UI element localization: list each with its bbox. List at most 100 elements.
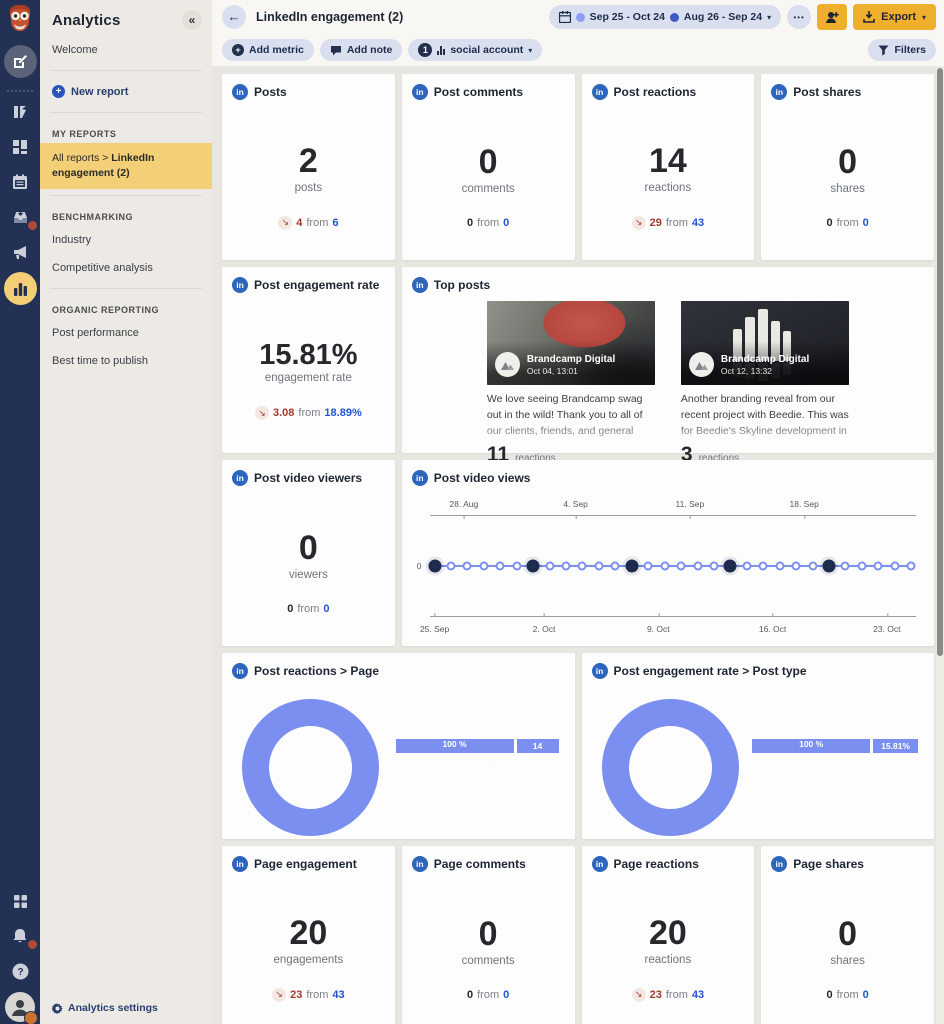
- profile-avatar[interactable]: [5, 992, 35, 1022]
- hootsuite-owl-logo[interactable]: [4, 3, 36, 35]
- mountain-icon: [695, 359, 708, 370]
- add-note-button[interactable]: Add note: [320, 39, 403, 61]
- data-point[interactable]: [594, 562, 603, 571]
- data-point[interactable]: [562, 562, 571, 571]
- data-point[interactable]: [709, 562, 718, 571]
- data-point[interactable]: [822, 560, 835, 573]
- nav-notifications[interactable]: [0, 921, 40, 951]
- nav-help[interactable]: ?: [0, 956, 40, 986]
- compare-range-label: Aug 26 - Sep 24: [684, 11, 762, 23]
- analytics-settings-button[interactable]: Analytics settings: [40, 992, 212, 1024]
- filters-button[interactable]: Filters: [868, 39, 936, 61]
- add-metric-button[interactable]: + Add metric: [222, 39, 314, 61]
- linkedin-icon: in: [232, 856, 248, 872]
- primary-x-axis: 25. Sep 2. Oct 9. Oct 16. Oct 23. Oct: [430, 616, 916, 640]
- data-point[interactable]: [512, 562, 521, 571]
- metric-delta: ↘ 23 from 43: [272, 988, 345, 1002]
- nav-apps[interactable]: [0, 886, 40, 916]
- data-point[interactable]: [742, 562, 751, 571]
- data-point[interactable]: [693, 562, 702, 571]
- back-button[interactable]: ←: [222, 5, 246, 29]
- chevron-down-icon: ▾: [922, 13, 926, 22]
- legend-entry[interactable]: 100 % Photo: [752, 739, 870, 753]
- metric-value: 20: [649, 916, 687, 952]
- post-text: We love seeing Brandcamp swag out in the…: [487, 392, 655, 439]
- chevron-down-icon: ▾: [528, 46, 532, 55]
- analytics-app: ? Analytics « Welcome + New report MY RE…: [0, 0, 944, 1024]
- card-post-engagement-rate: inPost engagement rate 15.81% engagement…: [222, 267, 395, 453]
- axis-tick: 11. Sep: [676, 499, 705, 509]
- export-button[interactable]: Export ▾: [853, 4, 936, 30]
- social-account-selector[interactable]: 1 social account ▾: [408, 39, 542, 61]
- metric-delta: 0 from 0: [827, 217, 869, 229]
- sidebar-item-industry[interactable]: Industry: [40, 226, 212, 254]
- data-point[interactable]: [447, 562, 456, 571]
- data-point[interactable]: [841, 562, 850, 571]
- linkedin-icon: in: [232, 470, 248, 486]
- metric-unit: viewers: [289, 569, 328, 581]
- data-point[interactable]: [857, 562, 866, 571]
- app-rail: ?: [0, 0, 40, 1024]
- data-point[interactable]: [775, 562, 784, 571]
- metric-unit: comments: [462, 955, 515, 967]
- sidebar-item-post-performance[interactable]: Post performance: [40, 319, 212, 347]
- data-point[interactable]: [644, 562, 653, 571]
- linkedin-icon: in: [232, 84, 248, 100]
- data-point[interactable]: [808, 562, 817, 571]
- delta-change: 4: [296, 217, 302, 229]
- bell-icon: [12, 928, 28, 944]
- mountain-icon: [501, 359, 514, 370]
- delta-from-word: from: [297, 603, 319, 615]
- card-title: Post shares: [793, 85, 861, 99]
- data-point[interactable]: [660, 562, 669, 571]
- nav-streams[interactable]: [0, 97, 40, 127]
- top-post-2[interactable]: Brandcamp Digital Oct 12, 13:32 Another …: [681, 301, 849, 467]
- data-point[interactable]: [759, 562, 768, 571]
- delta-previous: 0: [323, 603, 329, 615]
- data-point[interactable]: [428, 560, 441, 573]
- nav-promote[interactable]: [0, 237, 40, 267]
- sidebar-item-best-time-to-publish[interactable]: Best time to publish: [40, 347, 212, 375]
- nav-analytics-active[interactable]: [4, 272, 37, 305]
- post-account-name: Brandcamp Digital: [721, 353, 809, 366]
- apps-grid-icon: [13, 894, 28, 909]
- card-post-comments: inPost comments 0 comments 0 from 0: [402, 74, 575, 260]
- legend-label: Photo: [799, 761, 823, 771]
- sidebar-item-competitive-analysis[interactable]: Competitive analysis: [40, 254, 212, 282]
- data-point[interactable]: [890, 562, 899, 571]
- data-point[interactable]: [545, 562, 554, 571]
- data-point[interactable]: [625, 560, 638, 573]
- metric-value: 14: [649, 144, 687, 180]
- data-point[interactable]: [463, 562, 472, 571]
- card-engagement-rate-by-post-type: inPost engagement rate > Post type 100 %…: [582, 653, 935, 839]
- collapse-sidebar-button[interactable]: «: [182, 10, 202, 30]
- new-report-button[interactable]: + New report: [40, 77, 212, 106]
- sidebar-item-welcome[interactable]: Welcome: [40, 36, 212, 64]
- data-point[interactable]: [792, 562, 801, 571]
- nav-dashboards[interactable]: [0, 132, 40, 162]
- sidebar-divider: [50, 195, 202, 196]
- invite-member-button[interactable]: [817, 4, 847, 30]
- streams-icon: [12, 104, 28, 120]
- data-point[interactable]: [677, 562, 686, 571]
- more-options-button[interactable]: •••: [787, 5, 811, 29]
- data-point[interactable]: [907, 562, 916, 571]
- data-point[interactable]: [479, 562, 488, 571]
- data-point[interactable]: [578, 562, 587, 571]
- delta-from-word: from: [306, 217, 328, 229]
- notifications-dot: [27, 939, 38, 950]
- legend-entry[interactable]: 100 % Brandcamp Digital: [396, 739, 514, 753]
- compose-button[interactable]: [4, 45, 37, 78]
- delta-change: 0: [287, 603, 293, 615]
- data-point[interactable]: [527, 560, 540, 573]
- data-point[interactable]: [496, 562, 505, 571]
- date-range-picker[interactable]: Sep 25 - Oct 24 Aug 26 - Sep 24 ▾: [549, 5, 782, 29]
- data-point[interactable]: [874, 562, 883, 571]
- top-post-1[interactable]: Brandcamp Digital Oct 04, 13:01 We love …: [487, 301, 655, 467]
- sidebar-item-linkedin-engagement[interactable]: All reports > LinkedIn engagement (2): [40, 143, 212, 189]
- nav-planner[interactable]: [0, 167, 40, 197]
- data-point[interactable]: [611, 562, 620, 571]
- data-point[interactable]: [724, 560, 737, 573]
- nav-inbox[interactable]: [0, 202, 40, 232]
- scrollbar-thumb[interactable]: [937, 68, 943, 656]
